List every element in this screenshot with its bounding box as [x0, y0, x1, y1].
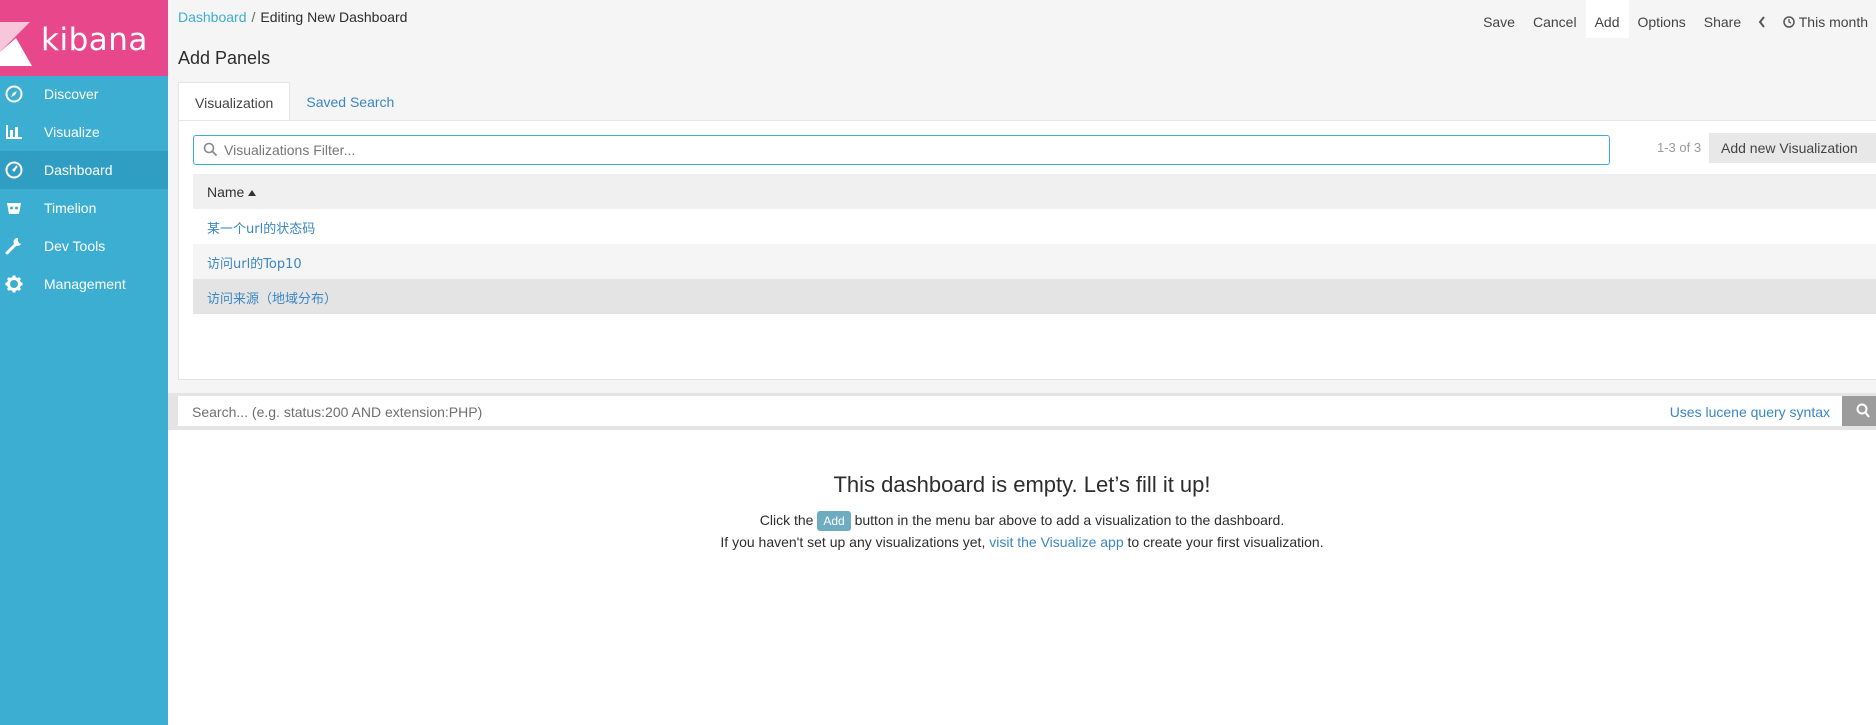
visualization-list-panel: 1-3 of 3 Add new Visualization Name 某一个u…	[178, 120, 1876, 380]
empty-dashboard: This dashboard is empty. Let’s fill it u…	[168, 430, 1876, 725]
query-input-wrapper: Uses lucene query syntax	[178, 396, 1842, 426]
visualization-link[interactable]: 某一个url的状态码	[207, 218, 315, 237]
add-panels-tabs: Visualization Saved Search	[178, 82, 410, 121]
visualize-app-link[interactable]: visit the Visualize app	[989, 534, 1123, 550]
top-menu: Save Cancel Add Options Share This month	[1474, 0, 1876, 38]
add-panels-section: Add Panels Visualization Saved Search 1-…	[168, 38, 1876, 393]
sidebar: kibana Discover Visualize Dashboard Time…	[0, 0, 168, 725]
save-button[interactable]: Save	[1474, 0, 1524, 38]
kibana-logo-icon	[0, 22, 32, 66]
sidebar-item-visualize[interactable]: Visualize	[0, 113, 168, 151]
time-picker-button[interactable]: This month	[1774, 0, 1876, 38]
share-button[interactable]: Share	[1695, 0, 1750, 38]
lucene-syntax-link[interactable]: Uses lucene query syntax	[1670, 404, 1830, 420]
search-icon	[203, 142, 218, 157]
options-button[interactable]: Options	[1629, 0, 1695, 38]
chevron-left-icon	[1758, 16, 1765, 28]
visualizations-filter	[193, 135, 1610, 165]
query-input[interactable]	[190, 400, 1494, 424]
add-new-visualization-button[interactable]: Add new Visualization	[1709, 133, 1876, 163]
breadcrumb-current: Editing New Dashboard	[260, 9, 408, 25]
name-column-label: Name	[207, 184, 245, 200]
sidebar-item-label: Visualize	[44, 124, 100, 140]
dashboard-icon	[5, 161, 23, 179]
table-row[interactable]: 访问来源（地域分布）	[193, 279, 1876, 314]
query-submit-button[interactable]	[1842, 396, 1876, 426]
gear-icon	[5, 275, 23, 293]
visualizations-filter-input[interactable]	[222, 138, 1596, 162]
time-back-button[interactable]	[1750, 0, 1774, 38]
visualization-link[interactable]: 访问来源（地域分布）	[207, 288, 337, 307]
breadcrumb-dashboard-link[interactable]: Dashboard	[178, 9, 247, 25]
instruction-text: button in the menu bar above to add a vi…	[854, 512, 1285, 528]
hint-text: If you haven't set up any visualizations…	[720, 534, 986, 550]
empty-dashboard-instructions: Click the Add button in the menu bar abo…	[168, 511, 1876, 531]
empty-dashboard-hint: If you haven't set up any visualizations…	[168, 534, 1876, 550]
table-header: Name	[193, 174, 1876, 209]
cancel-button[interactable]: Cancel	[1524, 0, 1586, 38]
compass-icon	[5, 85, 23, 103]
name-column-header[interactable]: Name	[207, 184, 257, 200]
sidebar-item-label: Discover	[44, 86, 99, 102]
sidebar-item-discover[interactable]: Discover	[0, 75, 168, 113]
sidebar-item-label: Timelion	[44, 200, 97, 216]
sidebar-item-dev-tools[interactable]: Dev Tools	[0, 227, 168, 265]
empty-dashboard-title: This dashboard is empty. Let’s fill it u…	[833, 472, 1211, 497]
instruction-text: Click the	[759, 512, 814, 528]
sidebar-item-timelion[interactable]: Timelion	[0, 189, 168, 227]
sidebar-item-dashboard[interactable]: Dashboard	[0, 151, 168, 189]
tab-saved-search[interactable]: Saved Search	[290, 82, 410, 120]
inline-add-badge: Add	[817, 511, 851, 531]
kibana-logo[interactable]: kibana	[0, 0, 168, 76]
add-panels-title: Add Panels	[178, 48, 271, 68]
table-row[interactable]: 访问url的Top10	[193, 244, 1876, 279]
timelion-icon	[7, 203, 21, 214]
breadcrumb-separator: /	[251, 9, 256, 25]
query-bar: Uses lucene query syntax	[168, 393, 1876, 430]
sidebar-item-label: Dashboard	[44, 162, 113, 178]
wrench-icon	[5, 237, 21, 255]
table-row[interactable]: 某一个url的状态码	[193, 209, 1876, 244]
result-count: 1-3 of 3	[1657, 140, 1702, 155]
time-range-label: This month	[1798, 14, 1868, 30]
bar-chart-icon	[6, 125, 22, 139]
breadcrumb: Dashboard / Editing New Dashboard	[178, 9, 407, 25]
sidebar-item-label: Dev Tools	[44, 238, 106, 254]
brand-name: kibana	[41, 22, 148, 58]
sidebar-item-management[interactable]: Management	[0, 265, 168, 303]
sidebar-item-label: Management	[44, 276, 126, 292]
sort-ascending-icon	[248, 190, 257, 196]
tab-visualization[interactable]: Visualization	[178, 82, 291, 121]
clock-icon	[1783, 16, 1795, 28]
visualization-link[interactable]: 访问url的Top10	[207, 253, 302, 272]
hint-text: to create your first visualization.	[1127, 534, 1324, 550]
search-icon	[1856, 403, 1870, 418]
top-nav-bar: Dashboard / Editing New Dashboard Save Can…	[168, 0, 1876, 39]
add-button[interactable]: Add	[1585, 0, 1629, 38]
